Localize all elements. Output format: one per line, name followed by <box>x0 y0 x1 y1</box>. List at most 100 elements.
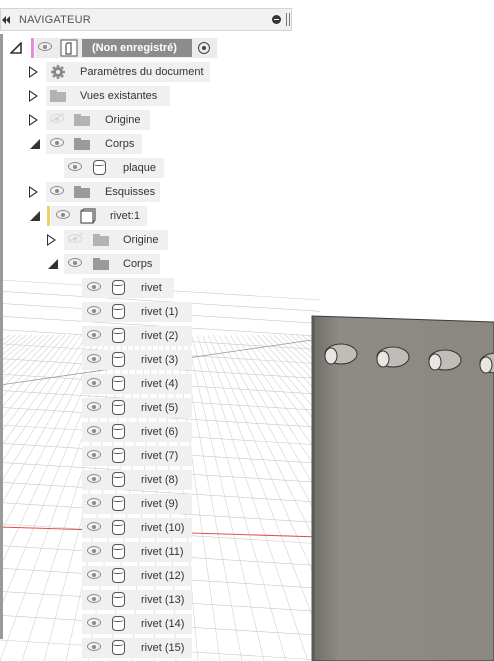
eye-icon[interactable] <box>87 522 101 531</box>
eye-icon[interactable] <box>87 570 101 579</box>
item-label: rivet (6) <box>141 426 179 438</box>
eye-icon[interactable] <box>87 642 101 651</box>
grid-line <box>202 334 331 661</box>
eye-icon[interactable] <box>87 546 101 555</box>
tree-item-rivet-body[interactable]: rivet (5) <box>0 398 220 418</box>
pin-icon[interactable] <box>272 15 281 24</box>
tree-item-plate[interactable]: plaque <box>0 158 220 178</box>
eye-icon[interactable] <box>87 378 101 387</box>
collapsed-triangle-icon[interactable] <box>29 90 38 102</box>
body-cylinder-icon <box>112 280 125 295</box>
body-cylinder-icon <box>112 616 125 631</box>
tree-item-rivet-body[interactable]: rivet (2) <box>0 326 220 346</box>
eye-icon[interactable] <box>87 450 101 459</box>
item-label: rivet (15) <box>141 642 185 654</box>
tree-item-rivet-body[interactable]: rivet (14) <box>0 614 220 634</box>
expanded-triangle-icon[interactable] <box>29 210 41 222</box>
eye-hidden-icon[interactable] <box>50 114 64 123</box>
tree-item-rivet-body[interactable]: rivet (4) <box>0 374 220 394</box>
tree-item-component-origin[interactable]: Origine <box>0 230 220 250</box>
tree-item-document-settings[interactable]: Paramètres du document <box>0 62 220 82</box>
eye-icon[interactable] <box>68 162 82 171</box>
item-label: rivet (7) <box>141 450 179 462</box>
item-label: Corps <box>123 258 153 270</box>
double-left-arrow-icon[interactable] <box>1 9 15 30</box>
eye-icon[interactable] <box>87 330 101 339</box>
expanded-triangle-icon[interactable] <box>47 258 59 270</box>
root-label: (Non enregistré) <box>92 42 177 54</box>
tree-item-origin[interactable]: Origine <box>0 110 220 130</box>
tree-item-rivet-body[interactable]: rivet (15) <box>0 638 220 658</box>
body-cylinder-icon <box>112 592 125 607</box>
eye-icon[interactable] <box>87 402 101 411</box>
tree-item-rivet-body[interactable]: rivet (1) <box>0 302 220 322</box>
folder-icon <box>93 234 109 246</box>
eye-hidden-icon[interactable] <box>68 234 82 243</box>
body-cylinder-icon <box>93 160 106 175</box>
eye-icon[interactable] <box>87 618 101 627</box>
tree-item-component-bodies[interactable]: Corps <box>0 254 220 274</box>
tree-root-row[interactable]: (Non enregistré) <box>0 38 220 58</box>
item-label: rivet (4) <box>141 378 179 390</box>
collapsed-triangle-icon[interactable] <box>29 66 38 78</box>
navigator-title: NAVIGATEUR <box>19 14 91 26</box>
plate-body[interactable] <box>311 315 494 661</box>
tree-item-rivet-body[interactable]: rivet (13) <box>0 590 220 610</box>
item-label: rivet (1) <box>141 306 179 318</box>
item-label: rivet (13) <box>141 594 185 606</box>
expanded-triangle-icon[interactable] <box>29 138 41 150</box>
eye-icon[interactable] <box>68 258 82 267</box>
rivet-head-1 <box>324 343 358 365</box>
item-label: rivet (9) <box>141 498 179 510</box>
tree-item-rivet-body[interactable]: rivet (10) <box>0 518 220 538</box>
eye-icon[interactable] <box>56 210 70 219</box>
body-cylinder-icon <box>112 448 125 463</box>
tree-item-component-rivet[interactable]: rivet:1 <box>0 206 220 226</box>
tree-item-rivet-body[interactable]: rivet (8) <box>0 470 220 490</box>
eye-icon[interactable] <box>87 354 101 363</box>
tree-item-bodies[interactable]: Corps <box>0 134 220 154</box>
body-cylinder-icon <box>112 568 125 583</box>
tree-item-sketches[interactable]: Esquisses <box>0 182 220 202</box>
component-color-marker <box>47 206 50 226</box>
tree-item-named-views[interactable]: Vues existantes <box>0 86 220 106</box>
folder-icon <box>74 138 90 150</box>
item-label: rivet (12) <box>141 570 185 582</box>
expanded-triangle-icon[interactable] <box>10 42 22 54</box>
folder-icon <box>93 258 109 270</box>
tree-item-rivet-body[interactable]: rivet (9) <box>0 494 220 514</box>
tree-item-rivet-body[interactable]: rivet (3) <box>0 350 220 370</box>
radio-dot-icon[interactable] <box>198 42 210 54</box>
rivet-head-2 <box>376 346 410 368</box>
collapsed-triangle-icon[interactable] <box>47 234 56 246</box>
eye-icon[interactable] <box>38 42 52 51</box>
navigator-header[interactable]: NAVIGATEUR <box>0 8 292 31</box>
eye-icon[interactable] <box>87 426 101 435</box>
folder-icon <box>50 90 66 102</box>
rivet-head-3 <box>428 349 462 371</box>
eye-icon[interactable] <box>87 282 101 291</box>
body-cylinder-icon <box>112 544 125 559</box>
root-color-marker <box>31 38 34 58</box>
resize-handle-icon[interactable] <box>286 13 290 26</box>
eye-icon[interactable] <box>87 474 101 483</box>
eye-icon[interactable] <box>50 138 64 147</box>
tree-item-rivet-body[interactable]: rivet (6) <box>0 422 220 442</box>
item-label: Paramètres du document <box>80 66 204 78</box>
eye-icon[interactable] <box>50 186 64 195</box>
item-label: rivet (8) <box>141 474 179 486</box>
gear-icon <box>51 65 65 79</box>
eye-icon[interactable] <box>87 498 101 507</box>
item-label: rivet (5) <box>141 402 179 414</box>
tree-item-rivet-body[interactable]: rivet <box>0 278 220 298</box>
eye-icon[interactable] <box>87 594 101 603</box>
tree-item-rivet-body[interactable]: rivet (12) <box>0 566 220 586</box>
eye-icon[interactable] <box>87 306 101 315</box>
item-label: rivet (10) <box>141 522 185 534</box>
tree-item-rivet-body[interactable]: rivet (11) <box>0 542 220 562</box>
collapsed-triangle-icon[interactable] <box>29 114 38 126</box>
folder-icon <box>74 186 90 198</box>
folder-icon <box>74 114 90 126</box>
collapsed-triangle-icon[interactable] <box>29 186 38 198</box>
tree-item-rivet-body[interactable]: rivet (7) <box>0 446 220 466</box>
